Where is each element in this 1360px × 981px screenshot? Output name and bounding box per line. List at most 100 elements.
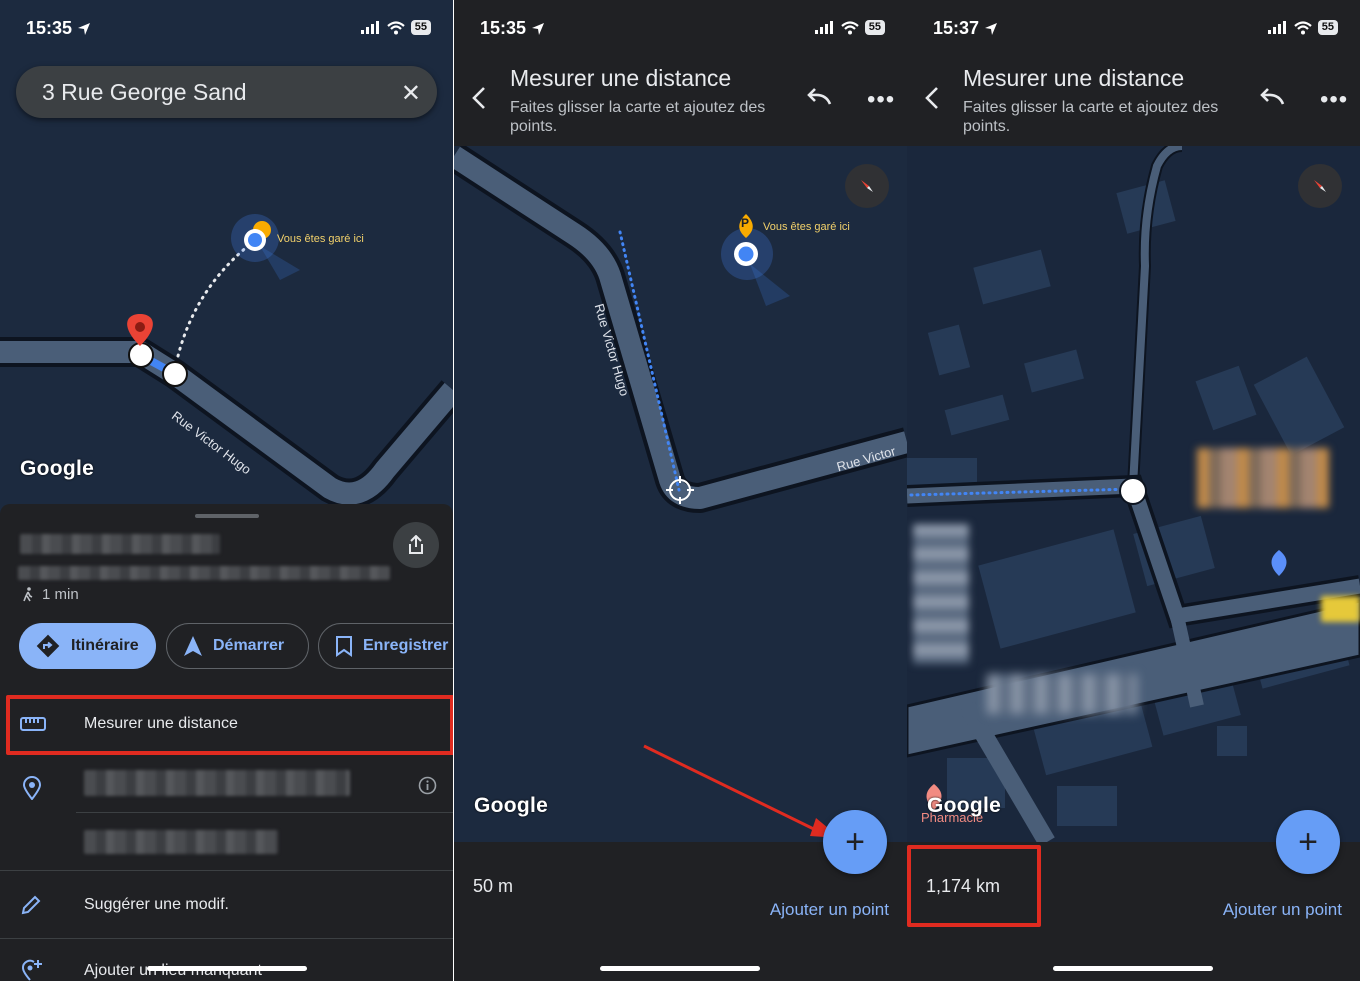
location-arrow-icon [532,22,545,35]
close-icon[interactable]: ✕ [401,79,421,108]
add-location-icon [22,959,42,981]
search-bar[interactable]: 3 Rue George Sand ✕ [16,66,437,118]
compass-icon [1314,180,1326,192]
search-query[interactable]: 3 Rue George Sand [42,79,247,106]
measure-toolbar: Mesurer une distance Faites glisser la c… [454,56,907,146]
redacted-address-line [84,770,350,796]
add-point-button[interactable]: + [1276,810,1340,874]
pencil-icon [21,895,41,915]
status-bar: 15:37 55 [907,0,1360,56]
add-point-link[interactable]: Ajouter un point [1223,900,1342,920]
screen-measure-distance-result: Pharmacie Google 15:37 55 Mesurer une di… [907,0,1360,981]
walking-time: 1 min [22,586,79,603]
home-indicator[interactable] [1053,966,1213,971]
wifi-icon [841,20,859,34]
google-logo: Google [474,794,549,817]
wifi-icon [1294,20,1312,34]
back-arrow-icon[interactable] [925,86,939,110]
add-point-link[interactable]: Ajouter un point [770,900,889,920]
status-time-text: 15:35 [480,18,527,38]
status-time-text: 15:37 [933,18,980,38]
redacted-poi [1321,596,1360,622]
google-logo: Google [20,457,95,480]
bookmark-icon [336,636,352,657]
start-label: Démarrer [213,637,285,654]
directions-label: Itinéraire [71,637,139,654]
more-options-icon[interactable]: ••• [867,86,895,114]
signal-icon [360,21,379,34]
redacted-plus-code [84,830,278,854]
save-label: Enregistrer [363,637,449,654]
navigation-arrow-icon [184,636,202,656]
battery-indicator: 55 [1317,20,1338,35]
parking-icon: P [741,216,750,230]
undo-icon[interactable] [806,88,832,106]
back-arrow-icon[interactable] [472,86,486,110]
directions-button[interactable]: Itinéraire [19,623,156,669]
home-indicator[interactable] [147,966,307,971]
more-options-icon[interactable]: ••• [1320,86,1348,114]
measured-distance: 50 m [473,876,514,896]
status-time: 15:35 [26,18,91,39]
signal-icon [1267,21,1286,34]
map-view[interactable]: Pharmacie Google [907,146,1360,842]
plus-icon: + [1298,823,1318,861]
save-button[interactable]: Enregistrer [318,623,453,669]
compass-button[interactable] [845,164,889,208]
redacted-place-name [20,534,220,554]
map-view[interactable]: P Vous êtes garé ici Rue Victor Hugo Rue… [454,146,907,842]
location-pin-icon [22,776,42,800]
battery-indicator: 55 [864,20,885,35]
page-title: Mesurer une distance [963,65,1185,91]
directions-icon [36,634,60,658]
status-time-text: 15:35 [26,18,73,38]
measure-toolbar: Mesurer une distance Faites glisser la c… [907,56,1360,146]
share-button[interactable] [393,522,439,568]
undo-icon[interactable] [1259,88,1285,106]
highlight-box [907,845,1041,927]
page-title: Mesurer une distance [510,65,732,91]
divider [0,938,453,939]
redacted-poi [1197,448,1329,508]
battery-indicator: 55 [410,20,431,35]
redacted-street-name [913,524,969,664]
screen-place-details: Vous êtes garé ici Rue Victor Hugo Googl… [0,0,453,981]
redacted-address [18,566,390,580]
divider [76,812,453,813]
add-missing-place-label: Ajouter un lieu manquant [84,962,262,979]
home-indicator[interactable] [600,966,760,971]
status-indicators: 55 [1267,20,1338,35]
map-canvas [454,146,907,838]
screen-measure-distance: P Vous êtes garé ici Rue Victor Hugo Rue… [454,0,907,981]
page-subtitle: Faites glisser la carte et ajoutez des p… [510,99,766,135]
location-arrow-icon [985,22,998,35]
walk-icon [23,587,33,602]
parked-here-label: Vous êtes garé ici [763,221,850,233]
start-button[interactable]: Démarrer [166,623,309,669]
drag-handle[interactable] [195,514,259,518]
google-logo: Google [927,794,1002,817]
status-indicators: 55 [814,20,885,35]
divider [0,870,453,871]
location-arrow-icon [78,22,91,35]
add-point-button[interactable]: + [823,810,887,874]
suggest-edit-label: Suggérer une modif. [84,896,229,913]
status-bar: 15:35 55 [454,0,907,56]
suggest-edit-item[interactable]: Suggérer une modif. [0,880,453,930]
page-subtitle: Faites glisser la carte et ajoutez des p… [963,99,1219,135]
compass-button[interactable] [1298,164,1342,208]
status-time: 15:37 [933,18,998,39]
info-icon[interactable] [418,776,437,795]
redacted-street-name [987,674,1137,714]
signal-icon [814,21,833,34]
share-icon [409,535,423,554]
status-bar: 15:35 55 [0,0,453,56]
plus-icon: + [845,823,865,861]
place-bottom-sheet[interactable]: 1 min Itinéraire Démarrer Enregistrer Me… [0,504,453,981]
parked-here-label: Vous êtes garé ici [277,233,364,245]
walk-time-text: 1 min [42,586,79,603]
wifi-icon [387,20,405,34]
status-indicators: 55 [360,20,431,35]
highlight-box [6,695,453,755]
status-time: 15:35 [480,18,545,39]
